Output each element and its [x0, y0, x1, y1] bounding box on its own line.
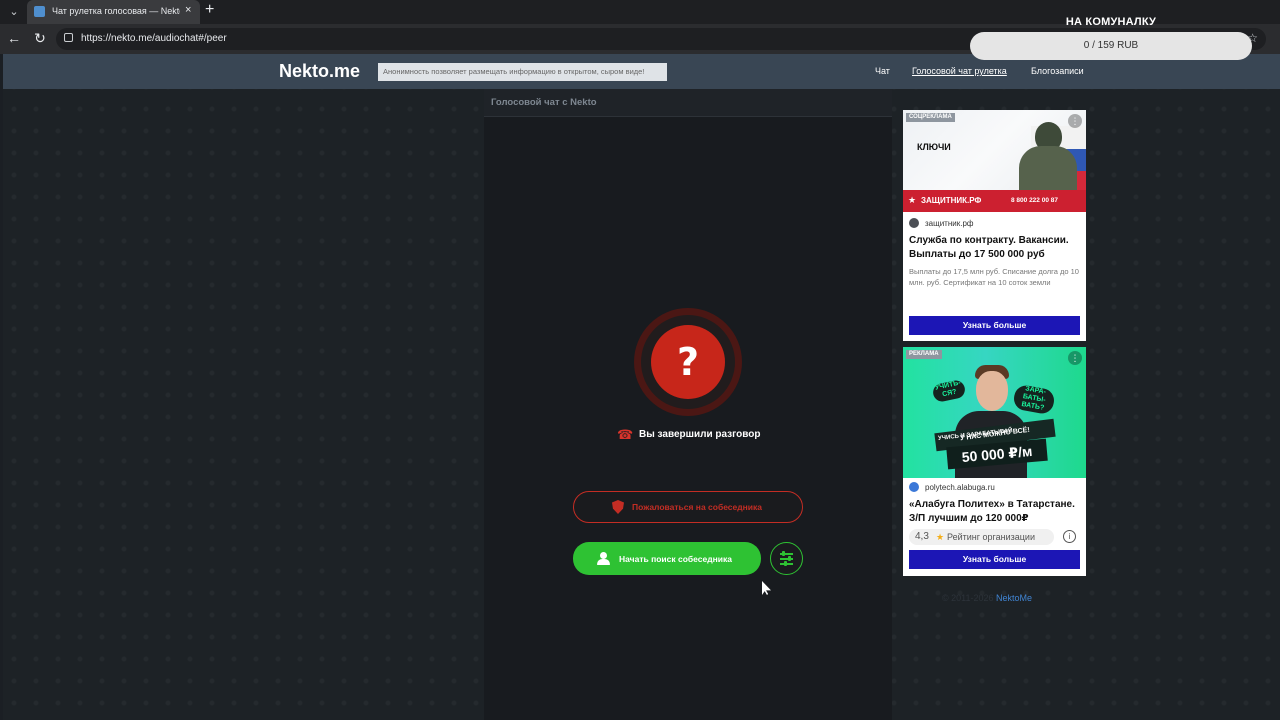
shield-icon [612, 500, 624, 514]
tab-close-icon[interactable]: × [185, 4, 191, 16]
reload-icon[interactable]: ↻ [31, 30, 49, 47]
ad-more-options-icon[interactable]: ⋮ [1068, 351, 1082, 365]
site-logo[interactable]: Nekto.me [279, 61, 360, 82]
ad-card-alabuga-polytech[interactable]: РЕКЛАМА УЧИТЬ-СЯ? ЗАРА-БАТЫ-ВАТЬ? У НАС … [903, 347, 1086, 576]
slider-knob-top [782, 551, 785, 556]
donation-widget: НА КОМУНАЛКУ 0 / 159 RUB [970, 14, 1252, 60]
soldier-image [1019, 122, 1077, 192]
tab-title: Чат рулетка голосовая — Nekto.me [52, 6, 180, 16]
call-ended-message: ☎ Вы завершили разговор [617, 428, 767, 442]
slider-knob-bottom [784, 561, 787, 566]
donation-progress-bar: 0 / 159 RUB [970, 32, 1252, 60]
ad-strip-phone: 8 800 222 00 87 [1011, 197, 1058, 204]
ad-domain[interactable]: защитник.рф [925, 219, 973, 228]
back-arrow-icon[interactable]: ← [5, 30, 23, 46]
ad-card-contract-service[interactable]: СОЦРЕКЛАМА КЛЮЧИ ★ ЗАЩИТНИК.РФ 8 800 222… [903, 110, 1086, 341]
ad-title[interactable]: «Алабуга Политех» в Татарстане. З/П лучш… [909, 498, 1081, 526]
domain-logo-icon [909, 482, 919, 492]
start-search-label: Начать поиск собеседника [619, 554, 732, 564]
header-notice: Анонимность позволяет размещать информац… [378, 63, 667, 81]
call-status-icon: ? [634, 308, 742, 416]
user-search-icon [597, 552, 611, 565]
rating-value: 4,3 [915, 531, 929, 542]
report-partner-button[interactable]: Пожаловаться на собеседника [573, 491, 803, 523]
ad-image-alabuga-polytech[interactable]: РЕКЛАМА УЧИТЬ-СЯ? ЗАРА-БАТЫ-ВАТЬ? У НАС … [903, 347, 1086, 478]
hangup-phone-icon: ☎ [617, 427, 634, 442]
social-ad-label: СОЦРЕКЛАМА [906, 113, 955, 122]
ad-image-contract-service[interactable]: СОЦРЕКЛАМА КЛЮЧИ ★ ЗАЩИТНИК.РФ 8 800 222… [903, 110, 1086, 212]
learn-more-button[interactable]: Узнать больше [909, 550, 1080, 569]
footer-nektome-link[interactable]: NektoMe [996, 593, 1032, 603]
chat-panel-title: Голосовой чат с Nekto [491, 97, 597, 108]
info-icon[interactable]: i [1063, 530, 1076, 543]
question-mark-icon: ? [651, 325, 725, 399]
nekto-site: Nekto.me Анонимность позволяет размещать… [3, 54, 1280, 720]
voice-chat-panel: Голосовой чат с Nekto ? ☎ Вы завершили р… [484, 89, 892, 720]
chat-panel-header: Голосовой чат с Nekto [484, 89, 892, 117]
browser-tab-active[interactable]: Чат рулетка голосовая — Nekto.me × [27, 0, 200, 24]
donation-title: НА КОМУНАЛКУ [1065, 16, 1157, 28]
slider-knob-middle [788, 556, 791, 561]
nav-chat[interactable]: Чат [875, 66, 890, 76]
nav-voice-chat-roulette[interactable]: Голосовой чат рулетка [912, 66, 1007, 76]
site-favicon-icon [34, 6, 45, 17]
ad-title[interactable]: Служба по контракту. Вакансии. Выплаты д… [909, 234, 1081, 262]
organization-rating: 4,3 ★ Рейтинг организации i [909, 529, 1081, 545]
footer-copyright-text: © 2011-2026 [942, 593, 997, 603]
settings-sliders-button[interactable] [770, 542, 803, 575]
sliders-icon-middle [780, 558, 793, 560]
url-text: https://nekto.me/audiochat#/peer [81, 33, 227, 44]
ad-red-strip: ★ ЗАЩИТНИК.РФ 8 800 222 00 87 [903, 190, 1086, 212]
rating-pill: 4,3 ★ Рейтинг организации [909, 529, 1054, 545]
ad-domain[interactable]: polytech.alabuga.ru [925, 483, 995, 492]
rating-label: Рейтинг организации [947, 532, 1035, 542]
nav-blog[interactable]: Блогозаписи [1031, 66, 1084, 76]
footer-copyright: © 2011-2026 NektoMe [942, 593, 1032, 603]
call-ended-text: Вы завершили разговор [639, 429, 761, 440]
ad-description: Выплаты до 17,5 млн руб. Списание долга … [909, 267, 1079, 287]
new-tab-plus-icon[interactable]: + [205, 1, 214, 19]
ad-label: РЕКЛАМА [906, 350, 942, 359]
start-search-button[interactable]: Начать поиск собеседника [573, 542, 761, 575]
report-partner-label: Пожаловаться на собеседника [632, 502, 763, 512]
call-status-inner-ring: ? [641, 315, 735, 409]
ad-strip-site: ЗАЩИТНИК.РФ [921, 196, 982, 205]
ad-more-options-icon[interactable]: ⋮ [1068, 114, 1082, 128]
star-icon: ★ [908, 195, 917, 205]
domain-arrow-icon [909, 218, 919, 228]
lock-icon [64, 33, 73, 42]
learn-more-button[interactable]: Узнать больше [909, 316, 1080, 335]
star-icon: ★ [936, 532, 945, 542]
ad-keys-text: КЛЮЧИ [917, 142, 951, 152]
tab-search-chevron-icon[interactable]: ⌄ [4, 3, 24, 21]
